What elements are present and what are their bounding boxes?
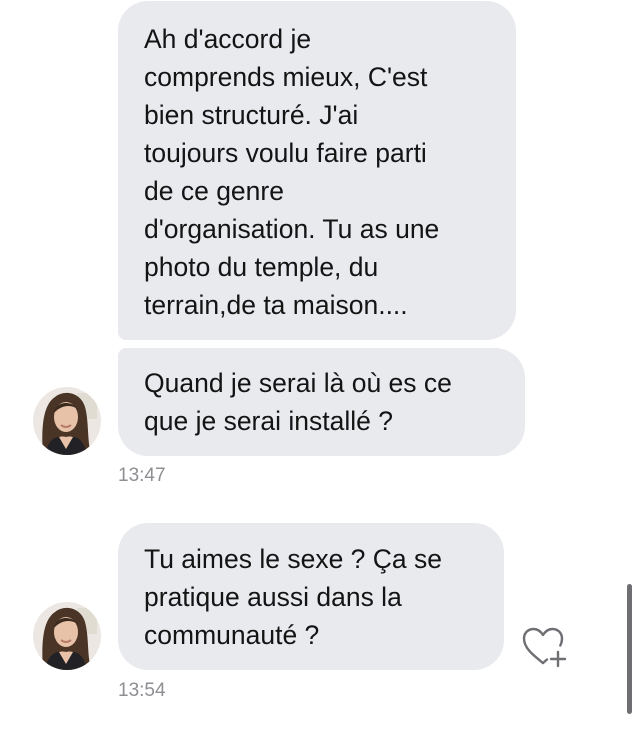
heart-plus-icon[interactable] — [521, 625, 569, 669]
avatar[interactable] — [33, 602, 101, 670]
message-timestamp: 13:47 — [118, 465, 166, 486]
avatar[interactable] — [33, 387, 101, 455]
message-bubble[interactable]: Ah d'accord je comprends mieux, C'est bi… — [118, 1, 516, 340]
avatar-photo — [33, 387, 101, 455]
message-bubble[interactable]: Quand je serai là où es ce que je serai … — [118, 348, 525, 456]
message-bubble[interactable]: Tu aimes le sexe ? Ça se pratique aussi … — [118, 523, 504, 670]
avatar-photo — [33, 602, 101, 670]
scrollbar[interactable] — [627, 584, 632, 714]
message-timestamp: 13:54 — [118, 680, 166, 701]
